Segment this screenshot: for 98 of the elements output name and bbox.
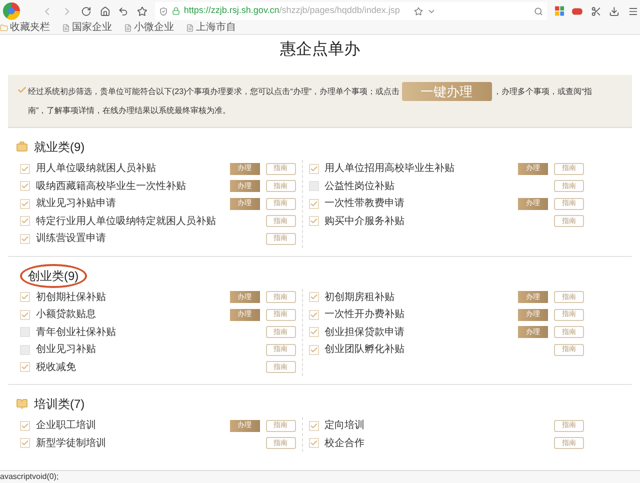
check-icon xyxy=(21,200,29,208)
notice-text: ，办理多个事项，或查阅“指 xyxy=(494,86,592,98)
check-icon xyxy=(21,310,29,319)
item-label: 吸纳西藏籍高校毕业生一次性补贴 xyxy=(36,180,187,194)
check-icon xyxy=(21,439,29,448)
section-title: 创业类(9) xyxy=(20,264,87,288)
bookmark-item[interactable]: 国家企业 xyxy=(62,23,112,33)
item-label: 税收减免 xyxy=(36,360,77,375)
checkbox[interactable] xyxy=(308,216,318,226)
check-icon xyxy=(21,234,29,243)
item-label: 就业见习补贴申请 xyxy=(36,196,117,212)
checkbox[interactable] xyxy=(20,310,30,320)
checkbox[interactable] xyxy=(308,327,318,338)
checkbox[interactable] xyxy=(308,344,318,355)
item-label: 公益性岗位补贴 xyxy=(324,180,396,194)
checkbox[interactable] xyxy=(20,234,30,244)
check-icon xyxy=(310,328,318,336)
item-label: 校企合作 xyxy=(324,436,366,451)
checkbox[interactable] xyxy=(20,181,30,192)
check-icon xyxy=(21,293,29,302)
item-label: 特定行业用人单位吸纳特定就困人员补贴 xyxy=(36,214,217,229)
page-icon xyxy=(186,24,194,32)
search-icon[interactable] xyxy=(534,6,544,16)
checkbox[interactable] xyxy=(20,292,30,302)
check-icon xyxy=(21,363,29,372)
checkbox[interactable] xyxy=(308,181,318,192)
checkbox[interactable] xyxy=(308,164,318,174)
checkbox[interactable] xyxy=(308,198,318,209)
notice-text: 南”，了解事项详情，在线办理结果以系统最终审核为准。 xyxy=(28,105,231,117)
bookmark-item[interactable]: 收藏夹栏 xyxy=(0,23,50,33)
page-icon xyxy=(62,24,70,32)
check-icon xyxy=(21,217,29,226)
check-icon xyxy=(310,217,318,226)
browser-logo-icon xyxy=(2,2,21,20)
item-label: 定向培训 xyxy=(324,418,366,434)
check-icon xyxy=(310,310,318,319)
item-label: 一次性开办费补贴 xyxy=(324,308,406,322)
checkbox[interactable] xyxy=(20,362,30,372)
item-label: 创业见习补贴 xyxy=(36,342,97,358)
checkbox[interactable] xyxy=(20,164,30,174)
shield-icon xyxy=(158,6,168,16)
page-title: 惠企点单办 xyxy=(279,40,361,60)
checkbox[interactable] xyxy=(20,344,30,355)
item-label: 训练营设置申请 xyxy=(36,232,107,246)
page-icon xyxy=(124,24,132,32)
check-icon xyxy=(310,200,318,208)
check-icon xyxy=(310,293,318,302)
section-title: 培训类(7) xyxy=(34,396,85,413)
checkbox[interactable] xyxy=(20,438,30,448)
notice-text: 经过系统初步筛选，贵单位可能符合以下(23)个事项办理要求，您可以点击“办理”，办理单个事项；或点击 xyxy=(28,86,400,98)
check-icon xyxy=(17,85,27,95)
check-icon xyxy=(310,422,318,430)
item-label: 创业团队孵化补贴 xyxy=(324,342,406,358)
bookmark-item[interactable]: 小微企业 xyxy=(124,23,174,33)
url-text: https://zzjb.rsj.sh.gov.cn/shzzjb/pages/hqddb/index.jsp xyxy=(184,4,400,18)
check-icon xyxy=(21,182,29,190)
reload-icon[interactable] xyxy=(81,6,92,16)
item-label: 初创期房租补贴 xyxy=(324,290,396,305)
item-label: 新型学徒制培训 xyxy=(36,436,107,451)
check-icon xyxy=(310,439,318,448)
item-label: 用人单位招用高校毕业生补贴 xyxy=(324,162,456,176)
item-label: 小额贷款贴息 xyxy=(36,308,97,322)
check-icon xyxy=(310,346,318,354)
checkbox[interactable] xyxy=(20,420,30,431)
checkbox[interactable] xyxy=(308,292,318,302)
menu-icon[interactable] xyxy=(628,6,638,16)
favorite-icon[interactable] xyxy=(136,6,147,16)
check-icon xyxy=(21,164,29,173)
undo-icon[interactable] xyxy=(118,6,129,16)
bookmark-item[interactable]: 上海市自 xyxy=(186,23,236,33)
bookmark-star-icon[interactable] xyxy=(414,6,424,16)
checkbox[interactable] xyxy=(308,420,318,431)
one-click-button[interactable]: 一键办理 xyxy=(402,82,492,101)
check-icon xyxy=(21,422,29,430)
checkbox[interactable] xyxy=(20,327,30,338)
folder-icon xyxy=(0,24,8,32)
item-label: 用人单位吸纳就困人员补贴 xyxy=(36,162,157,176)
status-text: avascriptvoid(0); xyxy=(0,471,59,483)
item-label: 创业担保贷款申请 xyxy=(324,326,406,340)
checkbox[interactable] xyxy=(20,216,30,226)
section-title: 就业类(9) xyxy=(34,139,85,156)
item-label: 一次性带教费申请 xyxy=(324,196,406,212)
item-label: 购买中介服务补贴 xyxy=(324,214,406,229)
download-icon[interactable] xyxy=(609,6,620,16)
book-icon xyxy=(16,398,28,410)
lock-icon xyxy=(172,7,180,15)
item-label: 初创期社保补贴 xyxy=(36,290,107,305)
briefcase-icon xyxy=(16,141,28,153)
grid-app-icon[interactable] xyxy=(555,6,564,16)
address-bar[interactable]: https://zzjb.rsj.sh.gov.cn/shzzjb/pages/hqddb/index.jsp xyxy=(154,2,548,20)
checkbox[interactable] xyxy=(308,310,318,320)
item-label: 青年创业社保补贴 xyxy=(36,326,117,340)
checkbox[interactable] xyxy=(20,198,30,209)
check-icon xyxy=(310,164,318,173)
scissors-icon[interactable] xyxy=(590,6,602,16)
checkbox[interactable] xyxy=(308,438,318,448)
home-icon[interactable] xyxy=(100,6,110,16)
item-label: 企业职工培训 xyxy=(36,418,97,434)
